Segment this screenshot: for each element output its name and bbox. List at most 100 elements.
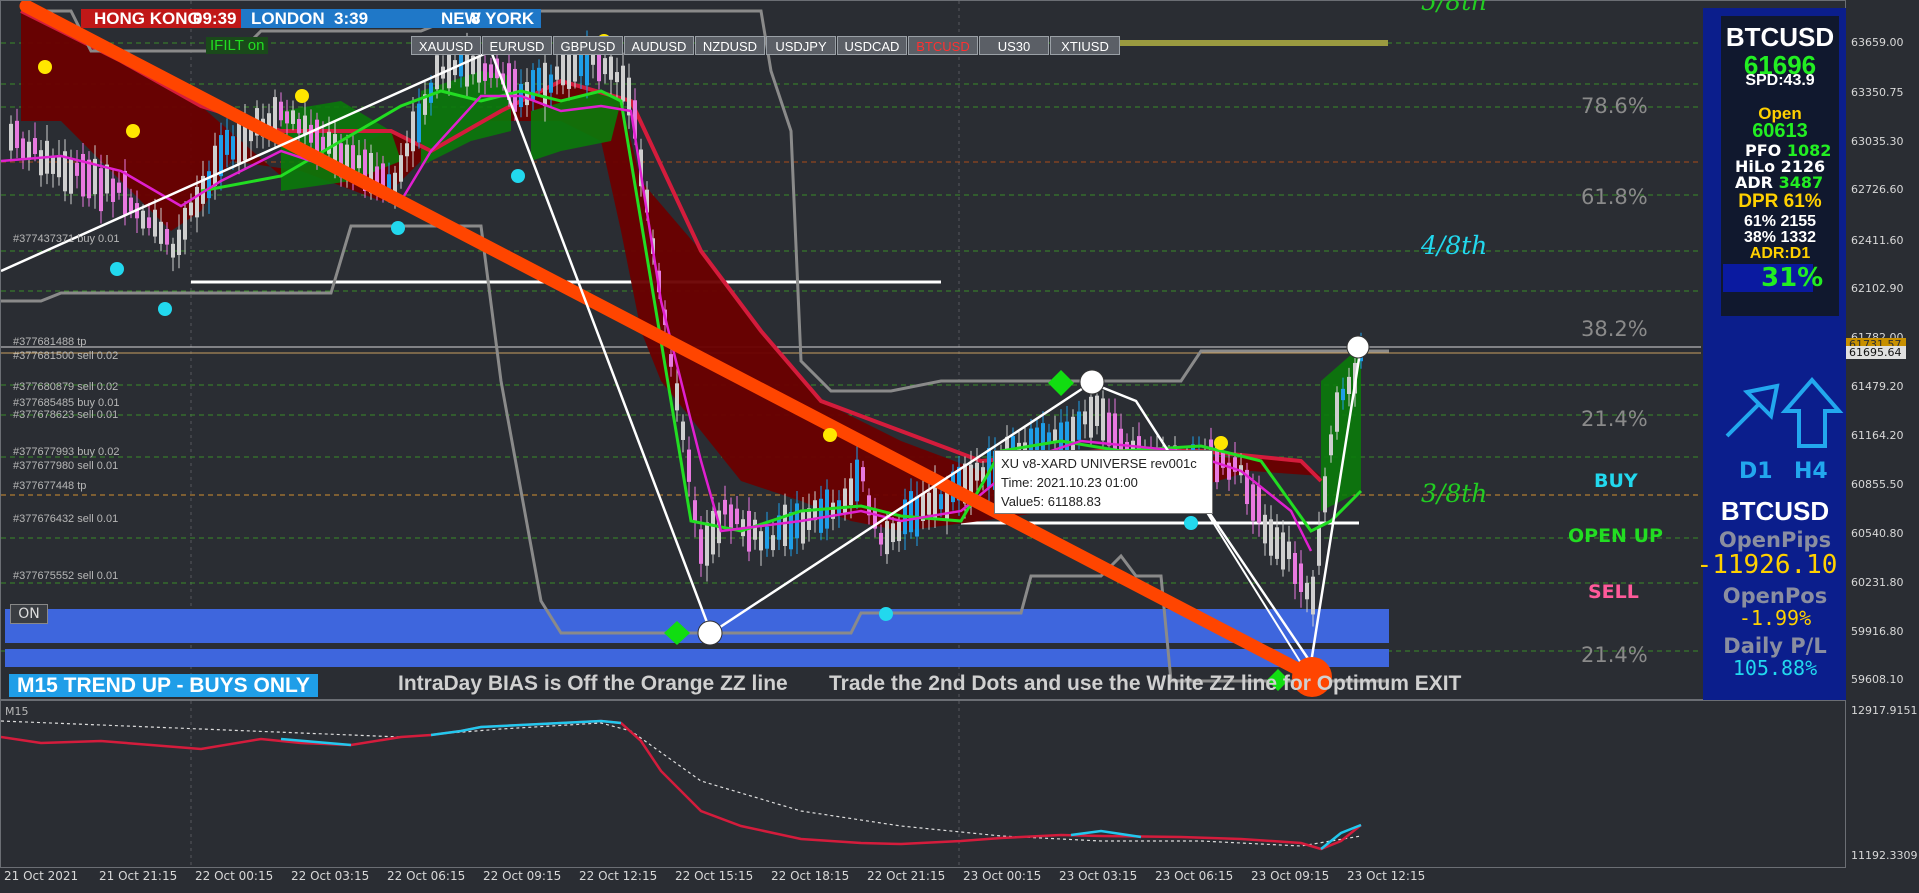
candle-body bbox=[1257, 485, 1261, 523]
time-tick: 21 Oct 21:15 bbox=[99, 869, 178, 883]
candle-body bbox=[711, 510, 715, 555]
order-label[interactable]: #377685485 buy 0.01 bbox=[13, 397, 119, 409]
open-pips-value: -11926.10 bbox=[1696, 550, 1838, 580]
order-label[interactable]: #377676432 sell 0.01 bbox=[13, 513, 118, 525]
arrow-up-icon bbox=[1780, 376, 1844, 448]
order-label[interactable]: #377681488 tp bbox=[13, 336, 86, 348]
candle-body bbox=[399, 155, 403, 182]
indicator-subwindow[interactable]: M15 bbox=[0, 700, 1847, 869]
ifilt-badge: IFILT on bbox=[206, 37, 269, 54]
direction-arrows bbox=[1725, 376, 1844, 448]
candle-body bbox=[1101, 398, 1105, 441]
dashboard-box: BTCUSD 61696 SPD:43.9 Open 60613 PFO 108… bbox=[1721, 16, 1839, 316]
candle-body bbox=[489, 64, 493, 78]
candle-body bbox=[513, 68, 517, 112]
symbol-button-nzdusd[interactable]: NZDUSD bbox=[695, 36, 765, 55]
candle-body bbox=[1341, 388, 1345, 401]
price-chart[interactable] bbox=[1, 1, 1847, 701]
candle-body bbox=[303, 115, 307, 136]
candle-body bbox=[747, 510, 751, 552]
candle-body bbox=[1317, 526, 1321, 566]
main-chart-area[interactable]: HONG KONG 09:39 LONDON 3:39 NEW YORK 8 I… bbox=[0, 0, 1847, 701]
candle-body bbox=[1335, 392, 1339, 432]
candle-body bbox=[141, 210, 145, 229]
yellow-dot bbox=[38, 60, 52, 74]
time-tick: 22 Oct 18:15 bbox=[771, 869, 850, 883]
candle-body bbox=[1089, 396, 1093, 438]
fib-level-78: 78.6% bbox=[1581, 94, 1648, 118]
white-dot bbox=[697, 620, 723, 646]
time-tick: 23 Oct 06:15 bbox=[1155, 869, 1234, 883]
candle-body bbox=[537, 67, 541, 91]
candle-body bbox=[177, 229, 181, 256]
candle-body bbox=[621, 65, 625, 102]
candle-body bbox=[237, 123, 241, 164]
time-tick: 23 Oct 03:15 bbox=[1059, 869, 1138, 883]
symbol-button-eurusd[interactable]: EURUSD bbox=[482, 36, 552, 55]
candle-body bbox=[435, 55, 439, 90]
time-tick: 21 Oct 2021 bbox=[4, 869, 79, 883]
candle-body bbox=[111, 178, 115, 202]
candle-body bbox=[483, 63, 487, 81]
candle-body bbox=[183, 207, 187, 240]
candle-body bbox=[1269, 519, 1273, 556]
dash-pct: 31% bbox=[1761, 263, 1824, 293]
order-label[interactable]: #377677448 tp bbox=[13, 480, 86, 492]
candle-body bbox=[33, 138, 37, 155]
order-label[interactable]: #377677980 sell 0.01 bbox=[13, 460, 118, 472]
candle-body bbox=[99, 168, 103, 212]
candle-body bbox=[909, 491, 913, 533]
candle-body bbox=[801, 510, 805, 544]
candle-body bbox=[753, 519, 757, 540]
order-label[interactable]: #377675552 sell 0.01 bbox=[13, 570, 118, 582]
session-new-york-time-value: 8 bbox=[471, 9, 481, 28]
symbol-button-xtiusd[interactable]: XTIUSD bbox=[1050, 36, 1120, 55]
candle-body bbox=[129, 197, 133, 212]
order-label[interactable]: #377678623 sell 0.01 bbox=[13, 409, 118, 421]
time-tick: 22 Oct 03:15 bbox=[291, 869, 370, 883]
candle-body bbox=[27, 141, 31, 160]
session-hong-kong-time: 09:39 bbox=[193, 9, 236, 28]
tf-d1: D1 bbox=[1739, 459, 1773, 484]
price-tick: 59608.10 bbox=[1851, 673, 1904, 686]
symbol-button-usdcad[interactable]: USDCAD bbox=[837, 36, 907, 55]
candle-body bbox=[159, 221, 163, 244]
trade-text: Trade the 2nd Dots and use the White ZZ … bbox=[829, 672, 1462, 695]
time-axis[interactable]: 21 Oct 2021 21 Oct 21:15 22 Oct 00:15 22… bbox=[0, 868, 1846, 893]
candle-body bbox=[357, 155, 361, 169]
candle-body bbox=[213, 145, 217, 186]
dash-symbol: BTCUSD bbox=[1725, 22, 1835, 52]
bias-text: IntraDay BIAS is Off the Orange ZZ line bbox=[398, 672, 788, 695]
indicator-plot[interactable] bbox=[1, 701, 1847, 869]
candle-body bbox=[939, 494, 943, 510]
symbol-button-us30[interactable]: US30 bbox=[979, 36, 1049, 55]
candle-body bbox=[21, 138, 25, 159]
symbol-button-btcusd[interactable]: BTCUSD bbox=[908, 36, 978, 55]
price-tick: 63350.75 bbox=[1851, 86, 1904, 99]
price-tick: 63659.00 bbox=[1851, 36, 1904, 49]
order-label[interactable]: #377680879 sell 0.02 bbox=[13, 381, 118, 393]
candle-body bbox=[291, 110, 295, 124]
order-label[interactable]: #377681500 sell 0.02 bbox=[13, 350, 118, 362]
on-button[interactable]: ON bbox=[10, 604, 48, 624]
candle-body bbox=[549, 74, 553, 93]
price-axis[interactable]: 63659.00 63350.75 63035.30 62726.60 6241… bbox=[1846, 0, 1919, 868]
symbol-button-gbpusd[interactable]: GBPUSD bbox=[553, 36, 623, 55]
candle-body bbox=[729, 504, 733, 531]
fib-level-21a: 21.4% bbox=[1581, 407, 1648, 431]
order-label[interactable]: #377437371 buy 0.01 bbox=[13, 233, 119, 245]
price-tick: 61164.20 bbox=[1851, 429, 1904, 442]
signal-sell: SELL bbox=[1588, 581, 1639, 603]
symbol-button-audusd[interactable]: AUDUSD bbox=[624, 36, 694, 55]
symbol-button-xauusd[interactable]: XAUUSD bbox=[411, 36, 481, 55]
candle-body bbox=[879, 532, 883, 545]
symbol-button-usdjpy[interactable]: USDJPY bbox=[766, 36, 836, 55]
arrow-up-right-icon bbox=[1725, 383, 1780, 438]
candle-body bbox=[153, 209, 157, 237]
octave-3-8: 3/8th bbox=[1421, 479, 1488, 508]
candle-body bbox=[1305, 582, 1309, 600]
candle-body bbox=[687, 449, 691, 482]
order-label[interactable]: #377677993 buy 0.02 bbox=[13, 446, 119, 458]
cyan-dot bbox=[511, 169, 525, 183]
indicator-tooltip: XU v8-XARD UNIVERSE rev001c Time: 2021.1… bbox=[994, 450, 1213, 514]
